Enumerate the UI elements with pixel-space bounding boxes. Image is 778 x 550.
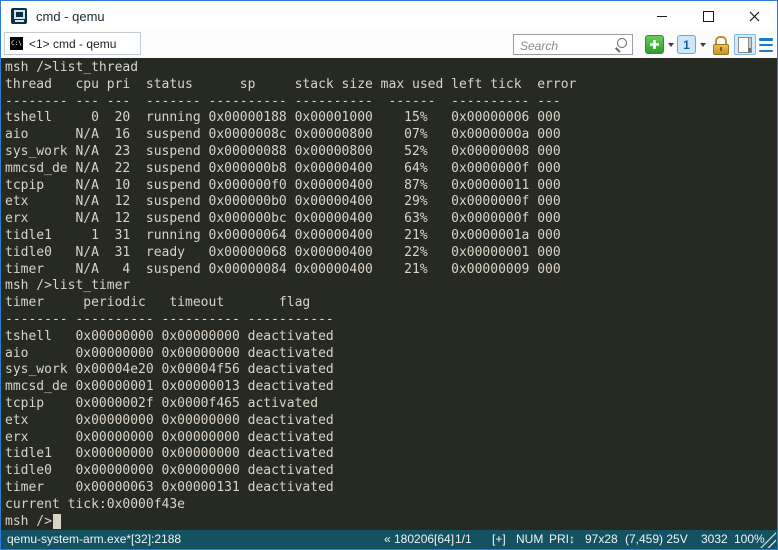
main-menu-button[interactable] — [758, 38, 774, 52]
terminal-line: etx 0x00000000 0x00000000 deactivated — [5, 413, 777, 430]
minimize-icon — [657, 16, 667, 17]
window-title: cmd - qemu — [36, 9, 105, 24]
status-console-size: 97x28 — [585, 530, 618, 549]
status-tick: 3032 — [701, 530, 728, 549]
close-icon — [749, 11, 760, 22]
conemu-app-icon — [11, 8, 27, 24]
cmd-icon: C:\ — [10, 37, 23, 50]
terminal-line: tidle0 N/A 31 ready 0x00000068 0x0000040… — [5, 245, 777, 262]
tab-label: <1> cmd - qemu — [29, 37, 116, 51]
status-bar: qemu-system-arm.exe*[32]:2188 « 180206[6… — [1, 530, 777, 549]
terminal-line: sys_work N/A 23 suspend 0x00000088 0x000… — [5, 144, 777, 161]
terminal-cursor — [53, 514, 61, 529]
terminal-line: msh />list_timer — [5, 278, 777, 295]
status-plus-indicator: [+] — [492, 530, 506, 549]
terminal-line: erx N/A 12 suspend 0x000000bc 0x00000400… — [5, 211, 777, 228]
terminal-line: tcpip N/A 10 suspend 0x000000f0 0x000004… — [5, 178, 777, 195]
cmd-icon-text: C:\ — [11, 40, 22, 47]
conemu-icon-base — [15, 20, 24, 22]
terminal-line: etx N/A 12 suspend 0x000000b0 0x00000400… — [5, 194, 777, 211]
active-console-button[interactable]: 1 — [677, 35, 696, 54]
scrollbar-toggle-icon — [738, 37, 752, 53]
status-zoom: 100% — [734, 530, 765, 549]
scrollbar-toggle-button[interactable] — [734, 34, 756, 55]
search-box — [513, 34, 633, 55]
status-process: qemu-system-arm.exe*[32]:2188 — [7, 530, 181, 549]
plus-icon — [649, 39, 660, 50]
caption-buttons — [639, 1, 777, 31]
terminal-line: msh />list_thread — [5, 60, 777, 77]
status-numlock: NUM — [516, 530, 543, 549]
terminal-line: sys_work 0x00004e20 0x00004f56 deactivat… — [5, 362, 777, 379]
search-icon[interactable] — [615, 38, 628, 51]
tab-cmd-qemu[interactable]: C:\ <1> cmd - qemu — [4, 32, 141, 55]
terminal-line: timer N/A 4 suspend 0x00000084 0x0000040… — [5, 262, 777, 279]
terminal-line: tidle0 0x00000000 0x00000000 deactivated — [5, 463, 777, 480]
terminal-line: tcpip 0x0000002f 0x0000f465 activated — [5, 396, 777, 413]
terminal-line: timer 0x00000063 0x00000131 deactivated — [5, 480, 777, 497]
status-build: « 180206[64] — [384, 530, 454, 549]
status-priority: PRI↕ — [549, 530, 575, 549]
minimize-button[interactable] — [639, 1, 685, 31]
search-input[interactable] — [518, 36, 617, 55]
terminal-prompt: msh /> — [5, 514, 52, 530]
terminal-line: aio 0x00000000 0x00000000 deactivated — [5, 346, 777, 363]
new-console-dropdown-icon[interactable] — [668, 43, 674, 47]
terminal-screen[interactable]: msh />list_thread thread cpu pri status … — [1, 58, 777, 530]
maximize-button[interactable] — [685, 1, 731, 31]
terminal-line: tidle1 0x00000000 0x00000000 deactivated — [5, 446, 777, 463]
terminal-line: tidle1 1 31 running 0x00000064 0x0000040… — [5, 228, 777, 245]
hamburger-icon — [759, 38, 773, 41]
terminal-line: erx 0x00000000 0x00000000 deactivated — [5, 430, 777, 447]
console-list-dropdown-icon[interactable] — [700, 43, 706, 47]
terminal-line: current tick:0x0000f43e — [5, 497, 777, 514]
console-number-label: 1 — [683, 38, 690, 52]
conemu-icon-screen — [14, 10, 25, 19]
terminal-line: timer periodic timeout flag — [5, 295, 777, 312]
terminal-prompt-line: msh /> — [5, 514, 777, 530]
conemu-window: cmd - qemu C:\ <1> cmd - qemu — [0, 0, 778, 550]
terminal-line: -------- --- --- ------- ---------- ----… — [5, 94, 777, 111]
terminal-line: aio N/A 16 suspend 0x0000008c 0x00000800… — [5, 127, 777, 144]
terminal-line: tshell 0 20 running 0x00000188 0x0000100… — [5, 110, 777, 127]
terminal-line: mmcsd_de 0x00000001 0x00000013 deactivat… — [5, 379, 777, 396]
close-button[interactable] — [731, 1, 777, 31]
tab-bar: C:\ <1> cmd - qemu 1 — [1, 31, 777, 58]
status-console-index: 1/1 — [455, 530, 472, 549]
status-cursor-info: (7,459) 25V — [625, 530, 688, 549]
lock-button[interactable] — [712, 35, 730, 55]
maximize-icon — [703, 11, 714, 22]
title-bar[interactable]: cmd - qemu — [1, 1, 777, 31]
terminal-line: -------- ---------- ---------- ---------… — [5, 312, 777, 329]
terminal-line: mmcsd_de N/A 22 suspend 0x000000b8 0x000… — [5, 161, 777, 178]
new-console-button[interactable] — [645, 35, 664, 54]
terminal-line: thread cpu pri status sp stack size max … — [5, 77, 777, 94]
terminal-line: tshell 0x00000000 0x00000000 deactivated — [5, 329, 777, 346]
